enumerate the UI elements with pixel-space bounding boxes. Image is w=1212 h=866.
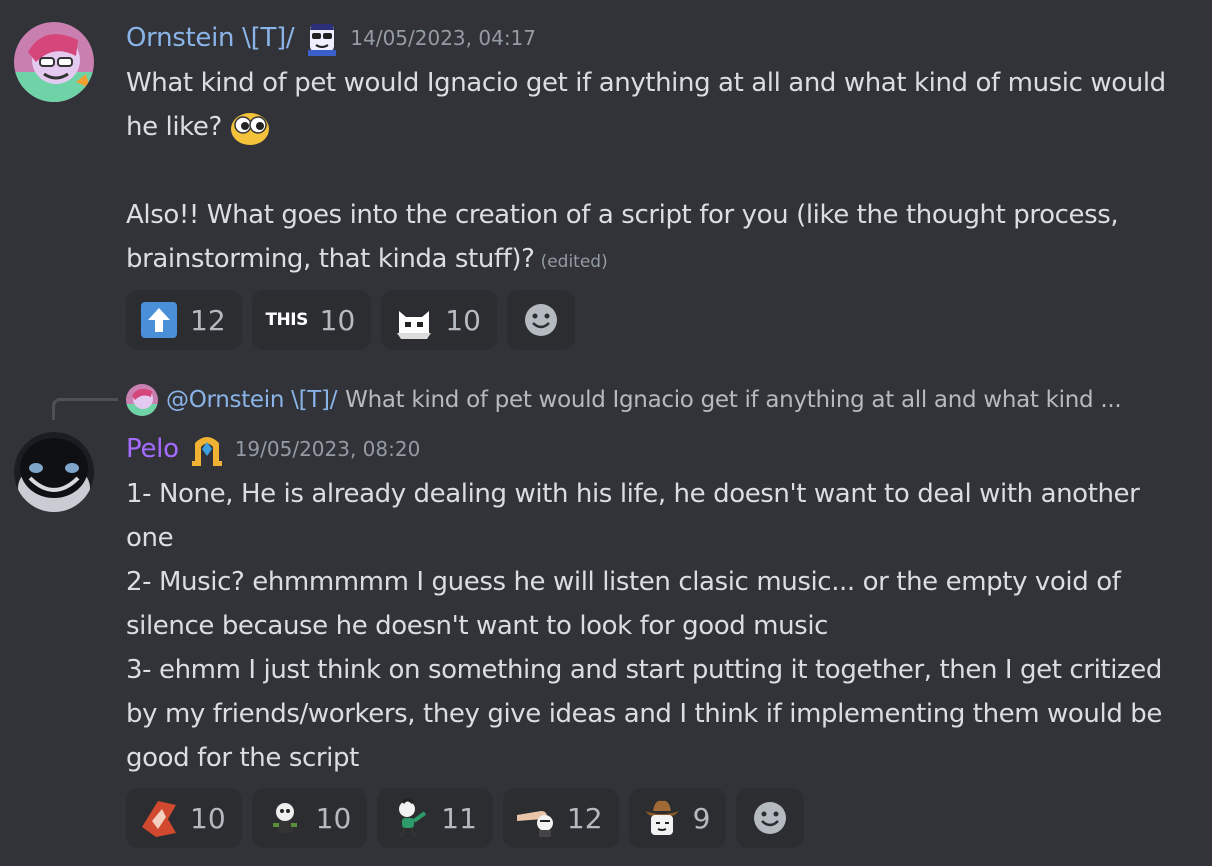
avatar[interactable] [14,22,94,102]
reaction-cat[interactable]: 10 [381,290,497,350]
glasses-face-icon [304,20,340,56]
timestamp[interactable]: 19/05/2023, 08:20 [235,437,421,461]
reaction-count: 12 [190,303,226,337]
message-line: 2- Music? ehmmmmm I guess he will listen… [126,567,1121,641]
message-paragraph: Also!! What goes into the creation of a … [126,200,1119,274]
red-logo-emoji-icon [138,797,180,839]
reactions-bar: 10 10 11 12 9 [126,788,805,848]
reaction-count: 10 [315,801,352,835]
message-content: What kind of pet would Ignacio get if an… [126,61,1186,284]
author-name[interactable]: Pelo [126,434,179,464]
smiley-icon [754,802,787,834]
reaction-hand-character[interactable]: 12 [502,788,619,848]
reply-preview[interactable]: @Ornstein \[T]/ What kind of pet would I… [126,384,1122,416]
message-paragraph: What kind of pet would Ignacio get if an… [126,68,1166,142]
avatar[interactable] [14,432,94,512]
gold-badge-icon [189,431,225,467]
message-line: 1- None, He is already dealing with his … [126,479,1140,553]
reaction-red-logo[interactable]: 10 [126,788,242,848]
reply-connector [52,398,118,420]
add-reaction-button[interactable] [736,788,805,848]
edited-label: (edited) [540,252,608,272]
message-content: 1- None, He is already dealing with his … [126,472,1186,780]
reply-avatar [126,384,158,416]
dancing-character-emoji-icon [389,797,431,839]
reactions-bar: 12 THIS 10 10 [126,290,575,350]
reply-author[interactable]: @Ornstein \[T]/ [166,387,337,413]
reaction-count: 10 [190,801,226,835]
author-name[interactable]: Ornstein \[T]/ [126,23,295,53]
message-line: 3- ehmm I just think on something and st… [126,655,1162,773]
timestamp[interactable]: 14/05/2023, 04:17 [350,26,536,50]
add-reaction-button[interactable] [506,290,575,350]
hand-character-emoji-icon [515,797,557,839]
reaction-count: 12 [566,801,603,835]
reaction-count: 9 [692,801,711,835]
cat-emoji-icon [393,299,435,341]
reaction-count: 11 [441,801,477,835]
googly-eyes-emoji-icon[interactable] [230,110,270,146]
reaction-count: 10 [445,303,481,337]
up-arrow-emoji-icon [138,299,180,341]
smiley-icon [524,304,557,336]
reaction-skull-character[interactable]: 10 [251,788,368,848]
reaction-cowboy-character[interactable]: 9 [628,788,727,848]
reaction-dancing-character[interactable]: 11 [377,788,493,848]
reaction-up-arrow[interactable]: 12 [126,290,242,350]
reaction-this[interactable]: THIS 10 [251,290,372,350]
cowboy-character-emoji-icon [641,797,683,839]
reply-text: What kind of pet would Ignacio get if an… [345,387,1122,413]
this-text-emoji-icon: THIS [265,310,308,330]
reaction-count: 10 [319,303,356,337]
skull-character-emoji-icon [264,797,306,839]
